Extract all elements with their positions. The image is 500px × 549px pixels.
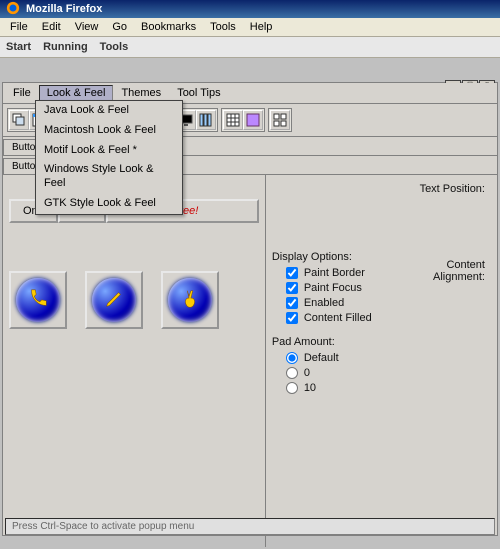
tab-start[interactable]: Start — [6, 41, 31, 53]
look-feel-dropdown: Java Look & Feel Macintosh Look & Feel M… — [35, 100, 183, 215]
app-frame: – ◻ × File Look & Feel Themes Tool Tips … — [2, 82, 498, 536]
browser-title: Mozilla Firefox — [26, 3, 102, 15]
peace-icon — [179, 288, 201, 313]
round-buttons — [9, 271, 259, 329]
laf-mac[interactable]: Macintosh Look & Feel — [36, 121, 182, 141]
menu-bookmarks[interactable]: Bookmarks — [135, 20, 202, 34]
chk-enabled[interactable]: Enabled — [286, 297, 393, 309]
display-options-label: Display Options: — [272, 251, 393, 263]
round-btn-peace[interactable] — [161, 271, 219, 329]
app-menu-themes[interactable]: Themes — [113, 85, 169, 101]
browser-titlebar: Mozilla Firefox — [0, 0, 500, 18]
status-bar: Press Ctrl-Space to activate popup menu — [5, 518, 495, 535]
menu-edit[interactable]: Edit — [36, 20, 67, 34]
app-menubar: File Look & Feel Themes Tool Tips Java L… — [3, 83, 497, 104]
left-pane: One Two Three! — [3, 175, 265, 547]
tb-purple-icon[interactable] — [243, 110, 263, 130]
firefox-icon — [6, 1, 20, 18]
rad-10-input[interactable] — [286, 382, 298, 394]
right-pane: Text Position: Display Options: Paint Bo… — [265, 175, 497, 547]
chk-paint-focus-input[interactable] — [286, 282, 298, 294]
rad-10[interactable]: 10 — [286, 382, 393, 394]
outer-tabs: Start Running Tools — [0, 37, 500, 58]
tb-cascade-icon[interactable] — [9, 110, 29, 130]
content-alignment-label: Content Alignment: — [392, 259, 491, 283]
tab-tools[interactable]: Tools — [100, 41, 129, 53]
app-menu-look-feel[interactable]: Look & Feel — [39, 85, 114, 101]
chk-content-filled-input[interactable] — [286, 312, 298, 324]
chk-paint-focus[interactable]: Paint Focus — [286, 282, 393, 294]
rad-0-input[interactable] — [286, 367, 298, 379]
round-btn-phone[interactable] — [9, 271, 67, 329]
chk-paint-border-input[interactable] — [286, 267, 298, 279]
rad-default-input[interactable] — [286, 352, 298, 364]
menu-go[interactable]: Go — [106, 20, 133, 34]
pad-amount-label: Pad Amount: — [272, 336, 393, 348]
chk-paint-border[interactable]: Paint Border — [286, 267, 393, 279]
menu-file[interactable]: File — [4, 20, 34, 34]
chk-enabled-input[interactable] — [286, 297, 298, 309]
rad-0[interactable]: 0 — [286, 367, 393, 379]
tb-grid-icon[interactable] — [270, 110, 290, 130]
rad-default[interactable]: Default — [286, 352, 393, 364]
round-btn-pen[interactable] — [85, 271, 143, 329]
laf-motif[interactable]: Motif Look & Feel * — [36, 141, 182, 161]
laf-java[interactable]: Java Look & Feel — [36, 101, 182, 121]
text-position-label: Text Position: — [272, 183, 491, 195]
tb-columns-icon[interactable] — [196, 110, 216, 130]
content-area: One Two Three! Text Position: — [3, 175, 497, 547]
browser-menubar: File Edit View Go Bookmarks Tools Help — [0, 18, 500, 37]
tab-running[interactable]: Running — [43, 41, 88, 53]
menu-tools[interactable]: Tools — [204, 20, 242, 34]
laf-windows[interactable]: Windows Style Look & Feel — [36, 160, 182, 194]
pen-icon — [103, 288, 125, 313]
tb-table-icon[interactable] — [223, 110, 243, 130]
chk-content-filled[interactable]: Content Filled — [286, 312, 393, 324]
menu-view[interactable]: View — [69, 20, 105, 34]
app-menu-tool-tips[interactable]: Tool Tips — [169, 85, 228, 101]
menu-help[interactable]: Help — [244, 20, 279, 34]
phone-icon — [27, 288, 49, 313]
status-text: Press Ctrl-Space to activate popup menu — [12, 521, 194, 532]
laf-gtk[interactable]: GTK Style Look & Feel — [36, 194, 182, 214]
app-menu-file[interactable]: File — [5, 85, 39, 101]
